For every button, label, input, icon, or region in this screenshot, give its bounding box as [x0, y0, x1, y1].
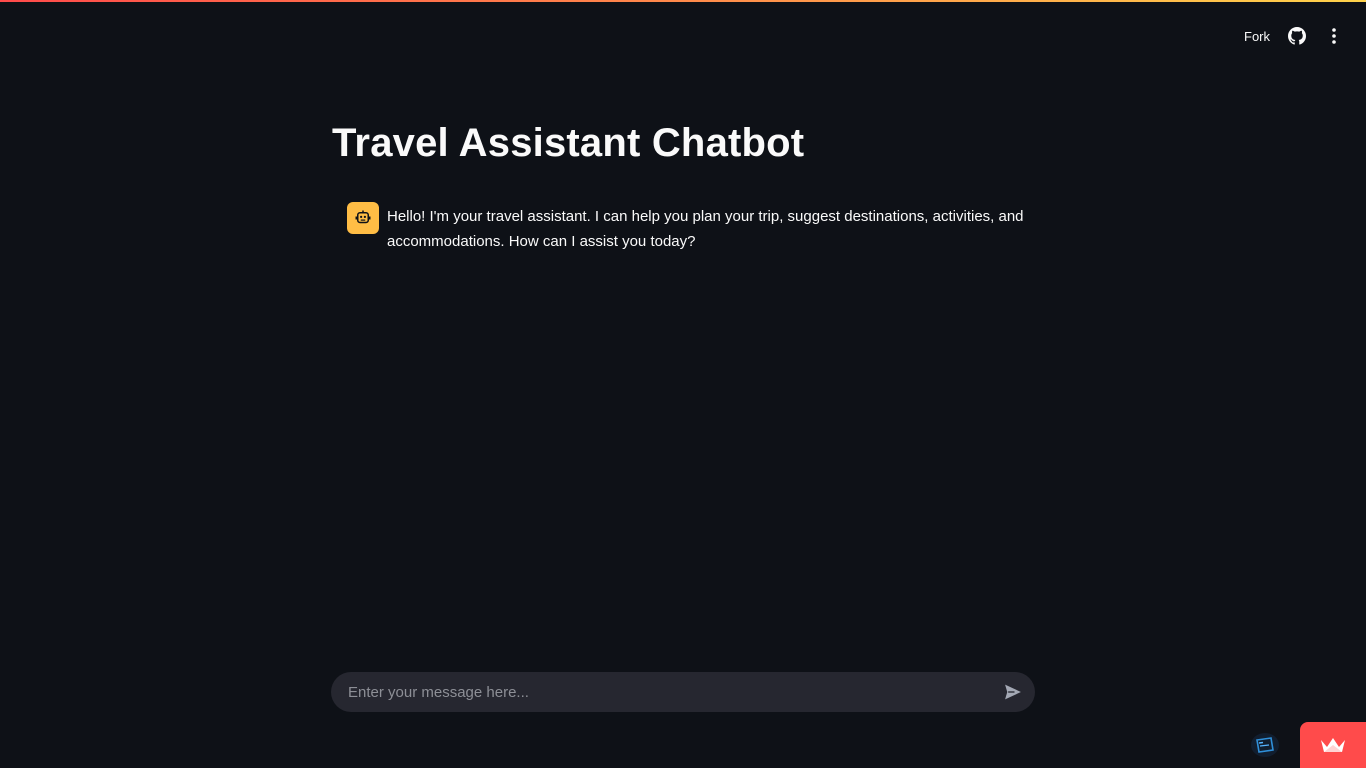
page-title: Travel Assistant Chatbot	[332, 121, 805, 165]
github-icon-svg	[1288, 27, 1306, 45]
streamlit-hosted-badge[interactable]	[1300, 722, 1366, 768]
running-status-icon	[1249, 730, 1281, 760]
send-button[interactable]	[993, 672, 1033, 712]
github-icon[interactable]	[1288, 27, 1306, 45]
top-decoration-bar	[0, 0, 1366, 2]
main-content: Travel Assistant Chatbot Hello! I'm your…	[332, 118, 1036, 254]
running-status-icon-svg	[1251, 733, 1279, 757]
assistant-message-text: Hello! I'm your travel assistant. I can …	[387, 208, 1024, 250]
chat-input-container	[331, 672, 1035, 712]
robot-icon	[347, 202, 379, 234]
fork-button[interactable]: Fork	[1244, 29, 1270, 44]
vertical-ellipsis-icon[interactable]	[1326, 26, 1342, 46]
robot-icon-svg	[355, 210, 371, 224]
streamlit-crown-icon	[1321, 738, 1345, 752]
send-icon	[1005, 684, 1021, 700]
vertical-ellipsis-icon-svg	[1332, 28, 1336, 44]
chat-input[interactable]	[331, 672, 993, 712]
assistant-chat-message: Hello! I'm your travel assistant. I can …	[347, 202, 1036, 254]
top-toolbar: Fork	[1244, 24, 1342, 48]
